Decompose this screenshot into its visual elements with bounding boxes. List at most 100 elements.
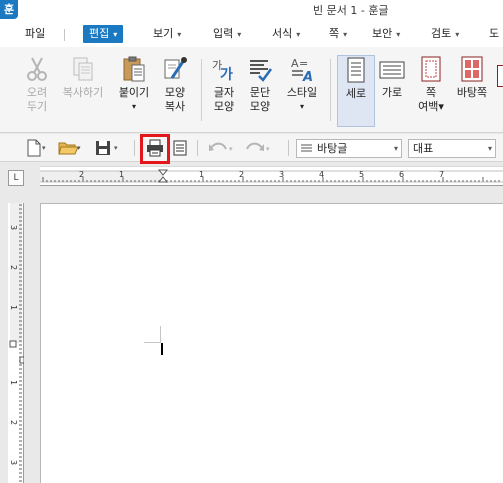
menu-separator <box>64 29 65 41</box>
ruler-label: 2 <box>79 170 85 179</box>
new-document-icon[interactable]: ▾ <box>25 139 47 157</box>
open-folder-icon[interactable]: ▾ <box>57 139 83 157</box>
toolbar-separator <box>134 140 135 156</box>
page-margin-label: 쪽 여백▾ <box>418 86 444 113</box>
text-cursor <box>161 343 163 355</box>
chevron-down-icon: ▾ <box>487 144 492 153</box>
page-margin-button[interactable]: 쪽 여백▾ <box>412 55 450 127</box>
style-icon: A = A <box>291 57 313 83</box>
tab-type-selector[interactable]: L <box>8 170 24 186</box>
document-page[interactable] <box>40 203 503 483</box>
ribbon-overflow-icon <box>497 65 503 87</box>
clipboard-icon <box>123 56 145 82</box>
ruler-label: 4 <box>319 170 325 179</box>
ruler-label: 3 <box>9 224 19 231</box>
menu-security[interactable]: 보안 ▾ <box>372 25 400 43</box>
menu-bar: 파일 편집 ▾ 보기 ▾ 입력 ▾ 서식 ▾ 쪽 ▾ 보안 ▾ 검토 ▾ 도 <box>0 20 503 47</box>
para-shape-label: 문단 모양 <box>249 86 271 113</box>
svg-text:▾: ▾ <box>114 144 118 152</box>
ruler-label: 5 <box>359 170 365 179</box>
print-highlight-box <box>140 134 170 164</box>
ruler-label: 2 <box>239 170 245 179</box>
para-shape-button[interactable]: 문단 모양 <box>243 55 277 127</box>
char-shape-button[interactable]: 가 가 글자 모양 <box>207 55 241 127</box>
menu-format[interactable]: 서식 ▾ <box>272 25 300 43</box>
scissors-icon <box>27 57 47 81</box>
title-bar: 훈 빈 문서 1 - 훈글 <box>0 0 503 20</box>
para-shape-icon <box>250 60 273 82</box>
vertical-ruler[interactable]: 3 2 1 1 2 3 <box>8 203 24 483</box>
format-copy-button[interactable]: 모양 복사 <box>157 55 193 127</box>
paragraph-style-select[interactable]: 바탕글 ▾ <box>296 139 402 158</box>
char-shape-icon: 가 가 <box>212 59 233 83</box>
menu-file[interactable]: 파일 <box>25 25 45 43</box>
master-page-icon <box>461 56 483 82</box>
svg-text:▾: ▾ <box>42 144 46 152</box>
ruler-label: 1 <box>9 379 19 386</box>
copy-icon <box>73 57 93 81</box>
svg-text:▾: ▾ <box>266 145 270 153</box>
vertical-ruler-ticks <box>9 203 24 482</box>
chevron-down-icon: ▾ <box>393 144 398 153</box>
svg-text:▾: ▾ <box>77 144 81 152</box>
undo-icon[interactable]: ▾ <box>207 139 237 157</box>
eyedropper-icon <box>164 57 187 79</box>
ruler-label: 1 <box>199 170 205 179</box>
style-list-icon <box>301 144 312 152</box>
paste-button[interactable]: 붙이기 ▾ <box>113 55 155 127</box>
print-preview-icon[interactable] <box>172 139 188 157</box>
master-page-label: 바탕쪽 <box>456 86 488 99</box>
font-select[interactable]: 대표 ▾ <box>408 139 496 158</box>
menu-review[interactable]: 검토 ▾ <box>431 25 459 43</box>
cut-label: 오려 두기 <box>26 86 48 113</box>
window-title: 빈 문서 1 - 훈글 <box>313 4 389 17</box>
landscape-button[interactable]: 가로 <box>376 55 408 127</box>
app-logo[interactable]: 훈 <box>0 0 18 19</box>
format-copy-label: 모양 복사 <box>164 86 186 113</box>
margin-corner-mark <box>160 326 161 343</box>
menu-edit[interactable]: 편집 ▾ <box>83 25 124 43</box>
svg-text:=: = <box>299 57 308 70</box>
style-label: 스타일 <box>286 86 318 99</box>
menu-page[interactable]: 쪽 ▾ <box>329 25 347 43</box>
landscape-label: 가로 <box>381 86 403 99</box>
copy-label: 복사하기 <box>62 86 104 99</box>
ribbon: 오려 두기 복사하기 붙이기 ▾ 모양 복사 가 가 글자 모양 문단 모양 A… <box>0 47 503 133</box>
ruler-label: 3 <box>279 170 285 179</box>
svg-text:A: A <box>291 57 299 70</box>
portrait-page-icon <box>347 57 365 83</box>
toolbar-separator <box>197 140 198 156</box>
style-button[interactable]: A = A 스타일 ▾ <box>281 55 323 127</box>
menu-insert[interactable]: 입력 ▾ <box>213 25 241 43</box>
ruler-label: 1 <box>9 304 19 311</box>
cut-button[interactable]: 오려 두기 <box>18 55 56 127</box>
ruler-label: 1 <box>119 170 125 179</box>
portrait-label: 세로 <box>345 87 367 100</box>
paste-label: 붙이기 <box>118 86 150 99</box>
ruler-label: 2 <box>9 419 19 426</box>
ruler-label: 2 <box>9 264 19 271</box>
svg-text:▾: ▾ <box>229 145 233 153</box>
menu-tools[interactable]: 도 <box>489 25 499 43</box>
toolbar-separator <box>288 140 289 156</box>
redo-icon[interactable]: ▾ <box>243 139 273 157</box>
ruler-label: 6 <box>399 170 405 179</box>
menu-view[interactable]: 보기 ▾ <box>153 25 181 43</box>
quick-toolbar: ▾ ▾ ▾ ▾ ▾ 바탕글 ▾ 대표 ▾ <box>0 134 503 162</box>
save-icon[interactable]: ▾ <box>95 139 123 157</box>
paragraph-style-value: 바탕글 <box>317 142 348 155</box>
copy-button[interactable]: 복사하기 <box>58 55 108 127</box>
margin-corner-mark <box>144 342 161 343</box>
svg-text:A: A <box>302 70 313 83</box>
horizontal-ruler-ticks <box>40 169 503 183</box>
master-page-button[interactable]: 바탕쪽 <box>452 55 492 127</box>
horizontal-ruler[interactable]: 2 1 1 2 3 4 5 6 7 <box>40 166 503 186</box>
paste-dropdown-arrow[interactable]: ▾ <box>113 100 155 114</box>
ribbon-separator <box>330 59 331 121</box>
ruler-label: 3 <box>9 459 19 466</box>
style-dropdown-arrow[interactable]: ▾ <box>281 100 323 114</box>
landscape-page-icon <box>379 61 405 79</box>
svg-text:가: 가 <box>220 67 233 83</box>
portrait-button[interactable]: 세로 <box>337 55 375 127</box>
font-value: 대표 <box>413 142 434 155</box>
